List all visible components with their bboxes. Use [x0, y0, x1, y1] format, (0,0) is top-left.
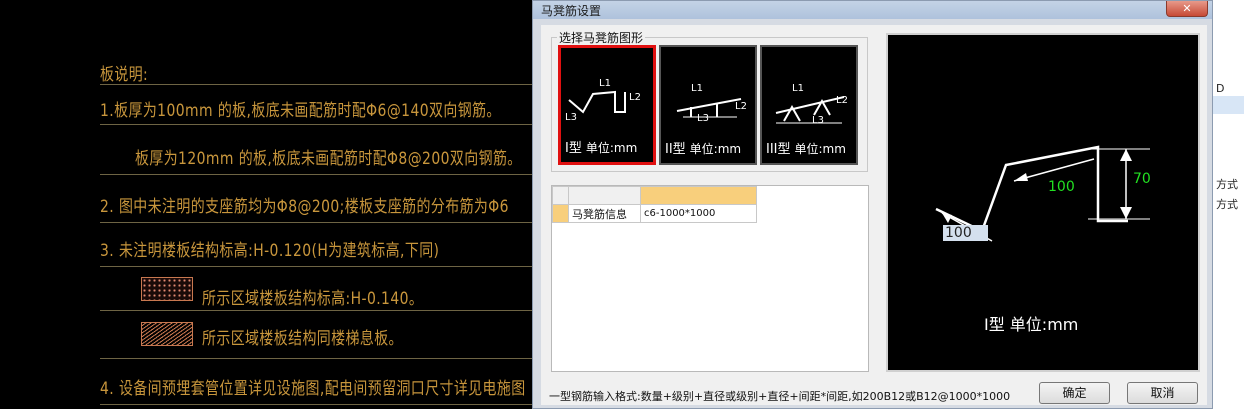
cad-rule	[100, 358, 540, 359]
stirrup-settings-dialog: 马凳筋设置 ✕ 选择马凳筋图形 L1 L2 L3 I型单位:mm L1 L2	[532, 0, 1213, 409]
shape-label-l2: L2	[735, 101, 747, 112]
cad-rule	[100, 266, 540, 267]
input-format-hint: 一型钢筋输入格式:数量+级别+直径或级别+直径+间距*间距,如200B12或B1…	[549, 390, 1011, 403]
shape-label-l1: L1	[599, 78, 611, 89]
preview-l1-value: 100	[1048, 179, 1075, 195]
background-property-panel: D 方式 方式	[1213, 0, 1244, 409]
shape-label-l1: L1	[691, 83, 703, 94]
row-label: 马凳筋信息	[568, 204, 641, 223]
cad-rule	[100, 310, 540, 311]
header-cell	[568, 186, 641, 205]
shape-option-type2[interactable]: L1 L2 L3 II型 单位:mm	[659, 45, 757, 165]
cad-note-4: 4. 设备间预埋套管位置详见设施图,配电间预留洞口尺寸详见电施图	[100, 379, 526, 399]
shape-preview: 100 70 100 I型 单位:mm	[886, 33, 1200, 372]
property-text: 方式	[1216, 178, 1238, 191]
property-text: 方式	[1216, 198, 1238, 211]
cad-rule	[100, 174, 540, 175]
preview-l2-value: 70	[1133, 171, 1151, 187]
close-button[interactable]: ✕	[1166, 1, 1208, 17]
shape-caption: II型 单位:mm	[665, 142, 742, 157]
shape-label-l3: L3	[565, 112, 577, 123]
shape-label-l3: L3	[697, 113, 709, 124]
cad-rule	[100, 84, 540, 85]
shape-option-type1[interactable]: L1 L2 L3 I型 单位:mm	[558, 45, 656, 165]
shape-group-label: 选择马凳筋图形	[557, 29, 646, 46]
property-text: D	[1216, 82, 1225, 95]
shape-caption: III型 单位:mm	[766, 142, 846, 157]
diagonal-hatch-swatch	[141, 322, 193, 346]
table-header-row	[552, 186, 757, 205]
preview-l3-value: 100	[943, 225, 988, 241]
property-row-highlight	[1213, 96, 1244, 114]
cad-note-3: 3. 未注明楼板结构标高:H-0.120(H为建筑标高,下同)	[100, 241, 440, 261]
cad-note-1b: 板厚为120mm 的板,板底未画配筋时配Φ8@200双向钢筋。	[135, 149, 522, 169]
corner-cell	[552, 186, 569, 205]
cad-note-2: 2. 图中未注明的支座筋均为Φ8@200;楼板支座筋的分布筋为Φ6	[100, 197, 509, 217]
property-table: 马凳筋信息 c6-1000*1000	[552, 186, 757, 223]
row-header[interactable]	[552, 204, 569, 223]
table-row[interactable]: 马凳筋信息 c6-1000*1000	[552, 204, 757, 223]
cad-note-3a: 所示区域楼板结构标高:H-0.140。	[202, 289, 424, 309]
cad-rule	[100, 222, 540, 223]
dotted-hatch-swatch	[141, 277, 193, 301]
shape-label-l2: L2	[836, 95, 848, 106]
cad-canvas[interactable]: 板说明: 1.板厚为100mm 的板,板底未画配筋时配Φ6@140双向钢筋。 板…	[0, 0, 540, 409]
cad-note-3b: 所示区域楼板结构同楼梯息板。	[202, 329, 403, 349]
cad-title: 板说明:	[100, 65, 149, 85]
header-cell	[640, 186, 757, 205]
row-value-cell[interactable]: c6-1000*1000	[640, 204, 757, 223]
cad-rule	[100, 404, 540, 405]
shape-caption: I型 单位:mm	[565, 141, 638, 156]
dialog-titlebar[interactable]: 马凳筋设置 ✕	[533, 1, 1212, 19]
shape-option-type3[interactable]: L1 L2 L3 III型 单位:mm	[760, 45, 858, 165]
cad-rule	[100, 124, 540, 125]
ok-button[interactable]: 确定	[1039, 382, 1110, 404]
shape-label-l1: L1	[792, 83, 804, 94]
shape-label-l2: L2	[629, 92, 641, 103]
cancel-button[interactable]: 取消	[1127, 382, 1198, 404]
dialog-content: 选择马凳筋图形 L1 L2 L3 I型 单位:mm L1 L2 L3 II型 单位:…	[541, 25, 1207, 405]
shape-label-l3: L3	[812, 115, 824, 126]
preview-caption: I型 单位:mm	[984, 315, 1079, 334]
property-grid[interactable]: 马凳筋信息 c6-1000*1000	[551, 185, 869, 372]
cad-note-1: 1.板厚为100mm 的板,板底未画配筋时配Φ6@140双向钢筋。	[100, 101, 501, 121]
dialog-title: 马凳筋设置	[541, 4, 602, 18]
